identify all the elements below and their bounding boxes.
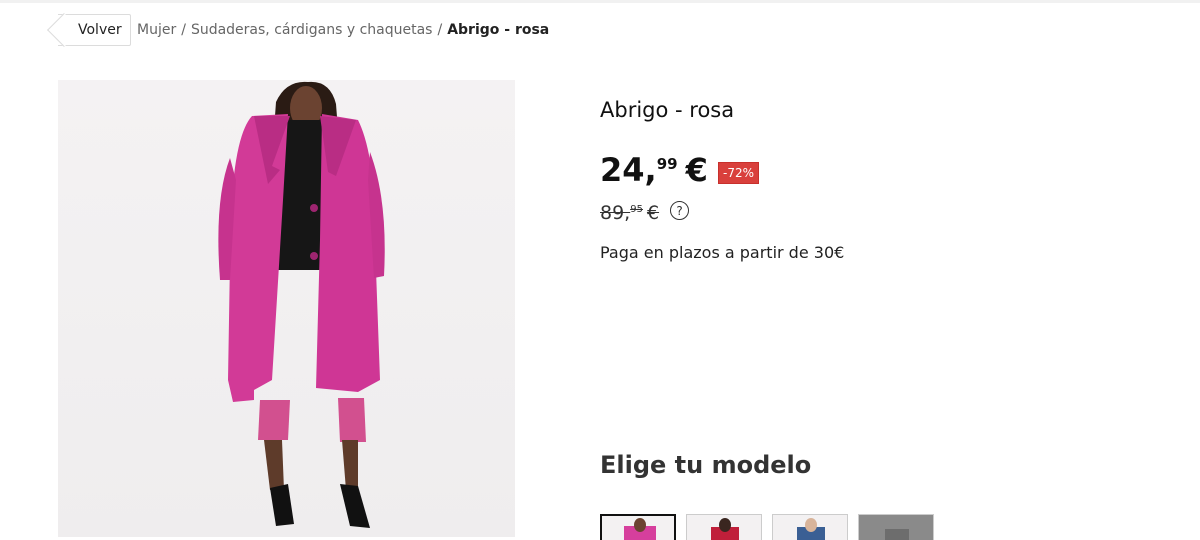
breadcrumb-current: Abrigo - rosa: [447, 22, 550, 38]
breadcrumb: Mujer / Sudaderas, cárdigans y chaquetas…: [137, 22, 549, 38]
old-price-decimals: 95: [630, 204, 643, 215]
breadcrumb-separator: /: [181, 22, 186, 38]
product-image[interactable]: [58, 80, 515, 537]
price-decimals: 99: [656, 155, 678, 173]
top-divider: [0, 0, 1200, 3]
price-currency: €: [685, 151, 708, 189]
installments-text: Paga en plazos a partir de 30€: [600, 243, 845, 262]
model-thumbnail-pink[interactable]: [600, 514, 676, 540]
back-button[interactable]: Volver: [47, 13, 131, 47]
discount-badge: -72%: [718, 162, 760, 184]
product-title: Abrigo - rosa: [600, 98, 735, 122]
old-price-integer: 89,: [600, 202, 631, 224]
current-price: 24, 99 €: [600, 151, 708, 189]
breadcrumb-separator: /: [437, 22, 443, 38]
coat-model-illustration: [218, 81, 385, 528]
price-integer: 24,: [600, 151, 657, 189]
model-thumbnail-blue[interactable]: [772, 514, 848, 540]
model-thumbnail-red[interactable]: [686, 514, 762, 540]
model-thumbnails: [600, 514, 934, 540]
help-icon[interactable]: ?: [670, 201, 689, 220]
old-price-currency: €: [646, 202, 660, 224]
choose-model-title: Elige tu modelo: [600, 451, 812, 479]
back-label: Volver: [78, 22, 122, 38]
breadcrumb-item-category[interactable]: Sudaderas, cárdigans y chaquetas: [191, 22, 433, 38]
back-arrow-icon: [47, 13, 81, 47]
breadcrumb-item-mujer[interactable]: Mujer: [137, 22, 176, 38]
original-price: 89, 95 €: [600, 202, 659, 224]
model-thumbnail-grey[interactable]: [858, 514, 934, 540]
